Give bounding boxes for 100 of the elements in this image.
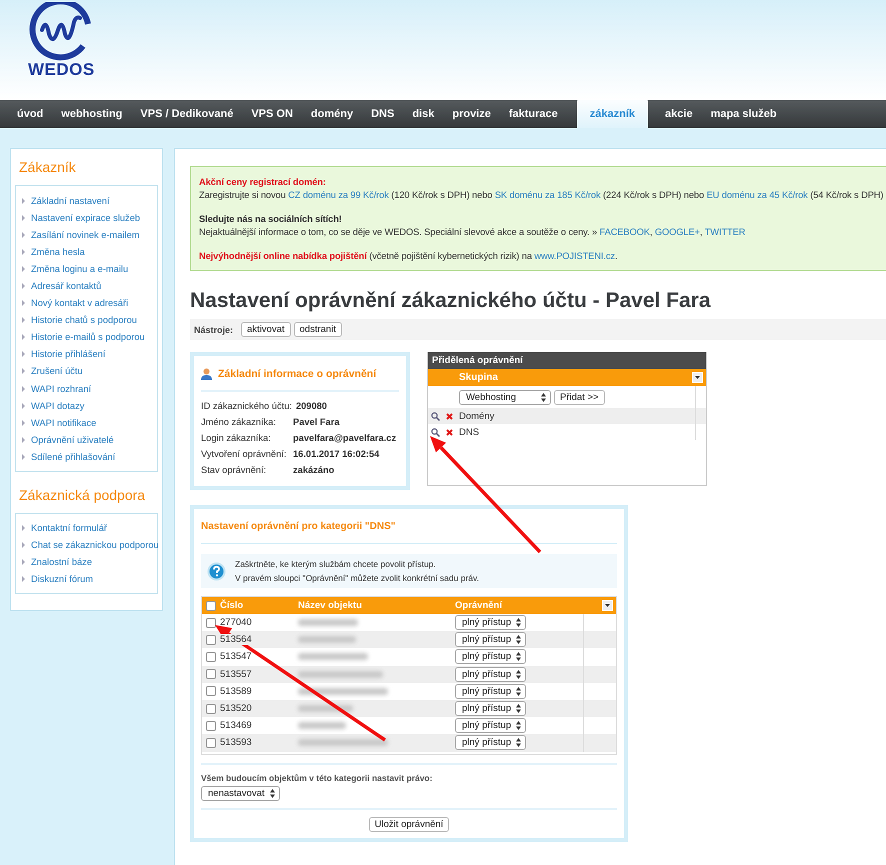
table-cell: 513593 (220, 737, 252, 748)
row-checkbox[interactable] (206, 738, 216, 748)
notice-link[interactable]: CZ doménu za 99 Kč/rok (288, 190, 389, 200)
table-cell: 513589 (220, 686, 252, 697)
search-icon[interactable] (430, 412, 440, 420)
column-header: Číslo (220, 600, 244, 611)
dropdown-icon[interactable] (602, 600, 613, 611)
table-cell: 513469 (220, 720, 252, 732)
row-checkbox[interactable] (206, 669, 216, 680)
tool-button[interactable]: aktivovat (241, 322, 291, 337)
sidebar-link[interactable]: Historie e-mailů s podporou (31, 332, 145, 342)
group-select[interactable]: Webhosting (459, 390, 551, 404)
table-cell: DNS (459, 426, 480, 438)
updown-icon (516, 721, 522, 730)
sidebar-link[interactable]: WAPI dotazy (31, 400, 84, 411)
nav-tab[interactable]: úvod (8, 100, 52, 128)
add-button[interactable]: Přidat >> (554, 390, 605, 404)
sidebar-link[interactable]: WAPI notifikace (31, 418, 96, 428)
table-cell: 513547 (220, 651, 252, 662)
notice-link[interactable]: www.POJISTENI.cz (534, 251, 615, 261)
dropdown-icon[interactable] (692, 372, 703, 383)
bullet-icon (22, 542, 25, 548)
info-value: zakázáno (293, 465, 334, 475)
notice-link[interactable]: SK doménu za 185 Kč/rok (494, 190, 601, 200)
notice-text: Zaregistrujte si novou CZ doménu za 99 Kč/rok (120 Kč/rok s DPH) nebo SK doménu za 185 Kč/rok (224 Kč/rok s DPH) nebo EU doménu za 45 Kč/rok (54 Kč/rok s DPH) (199, 189, 884, 202)
bullet-icon (22, 559, 25, 566)
help-text: V pravém sloupci "Oprávnění" můžete zvolit konkrétní sadu práv. (235, 572, 479, 585)
search-icon[interactable] (430, 428, 440, 436)
sidebar-link[interactable]: Základní nastavení (31, 196, 110, 206)
delete-icon[interactable] (446, 412, 453, 420)
row-checkbox[interactable] (206, 686, 216, 696)
nav-tab[interactable]: webhosting (52, 100, 132, 128)
sidebar-link[interactable]: Chat se zákaznickou podporou (31, 540, 159, 550)
sidebar-link[interactable]: Nastavení expirace služeb (31, 212, 140, 223)
row-checkbox[interactable] (206, 720, 216, 731)
permission-select[interactable]: plný přístup (455, 684, 526, 699)
row-checkbox[interactable] (206, 652, 216, 662)
info-label: Stav oprávnění: (201, 465, 268, 475)
nav-tab[interactable]: fakturace (500, 100, 567, 128)
nav-tab[interactable]: mapa služeb (702, 100, 786, 128)
bullet-icon (22, 368, 25, 374)
row-checkbox[interactable] (206, 704, 216, 714)
row-checkbox[interactable] (206, 634, 216, 645)
question-icon (207, 562, 226, 580)
notice-link[interactable]: TWITTER (704, 227, 746, 237)
notice-link[interactable]: GOOGLE+ (654, 227, 700, 237)
blurred-text (298, 653, 368, 660)
sidebar-link[interactable]: Oprávnění uživatelé (31, 434, 114, 445)
nav-tab[interactable]: domény (302, 100, 362, 128)
sidebar-link[interactable]: Historie přihlášení (31, 349, 106, 360)
sidebar-link[interactable]: Změna hesla (31, 246, 85, 257)
info-label: Vytvoření oprávnění: (201, 449, 288, 459)
notice-link[interactable]: FACEBOOK (600, 227, 650, 237)
updown-icon (541, 392, 546, 402)
bullet-icon (22, 214, 25, 221)
updown-icon (516, 738, 522, 748)
notice-text: Nejvýhodnější online nabídka pojištění (včetně pojištění kybernetických rizik) na www.POJISTENI.cz. (199, 250, 618, 263)
permission-select[interactable]: plný přístup (455, 718, 526, 734)
sidebar-link[interactable]: Diskuzní fórum (31, 574, 93, 584)
sidebar-link[interactable]: WAPI rozhraní (31, 384, 92, 394)
bullet-icon (22, 317, 25, 324)
nav-tab[interactable]: VPS ON (242, 100, 302, 128)
permission-select[interactable]: plný přístup (455, 701, 526, 716)
tool-button[interactable]: odstranit (294, 322, 342, 337)
updown-icon (270, 789, 275, 798)
sidebar-link[interactable]: Adresář kontaktů (31, 281, 102, 292)
nav-tab[interactable]: VPS / Dedikované (131, 100, 242, 128)
permission-select[interactable]: plný přístup (455, 615, 526, 630)
delete-icon[interactable] (446, 428, 453, 436)
bullet-icon (22, 402, 25, 409)
nav-tab[interactable]: provize (443, 100, 500, 128)
notice-text: Nejaktuálnější informace o tom, co se děje ve WEDOS. Speciální slevové akce a soutěže o ceny. » FACEBOOK, GOOGLE+, TWITTER (199, 226, 746, 239)
bullet-icon (22, 454, 25, 460)
row-checkbox[interactable] (206, 618, 216, 628)
notice-link[interactable]: EU doménu za 45 Kč/rok (706, 190, 808, 200)
future-select[interactable]: nenastavovat (201, 786, 280, 801)
sidebar-link[interactable]: Historie chatů s podporou (31, 315, 137, 326)
sidebar-heading: Zákaznická podpora (18, 486, 146, 505)
sidebar-link[interactable]: Znalostní báze (31, 557, 92, 568)
bullet-icon (22, 436, 25, 443)
sidebar-link[interactable]: Zasílání novinek e-mailem (31, 230, 140, 240)
permission-select[interactable]: plný přístup (455, 649, 526, 664)
nav-tab[interactable]: disk (403, 100, 444, 128)
sidebar-link[interactable]: Změna loginu a e-mailu (31, 264, 128, 274)
nav-tab[interactable]: akcie (656, 100, 702, 128)
nav-tab[interactable]: DNS (362, 100, 404, 128)
sidebar-link[interactable]: Kontaktní formulář (31, 523, 107, 534)
bullet-icon (22, 283, 25, 290)
updown-icon (516, 635, 522, 644)
bullet-icon (22, 232, 25, 238)
sidebar-link[interactable]: Sdílené přihlašování (31, 452, 116, 462)
save-button[interactable]: Uložit oprávnění (368, 817, 450, 832)
select-all-checkbox[interactable] (206, 600, 216, 610)
sidebar-link[interactable]: Nový kontakt v adresáři (31, 298, 128, 308)
sidebar-link[interactable]: Zrušení účtu (31, 366, 83, 376)
table-cell: 513520 (220, 703, 252, 714)
permission-select[interactable]: plný přístup (455, 632, 526, 648)
permission-select[interactable]: plný přístup (455, 666, 526, 682)
bullet-icon (22, 198, 25, 204)
permission-select[interactable]: plný přístup (455, 735, 526, 750)
